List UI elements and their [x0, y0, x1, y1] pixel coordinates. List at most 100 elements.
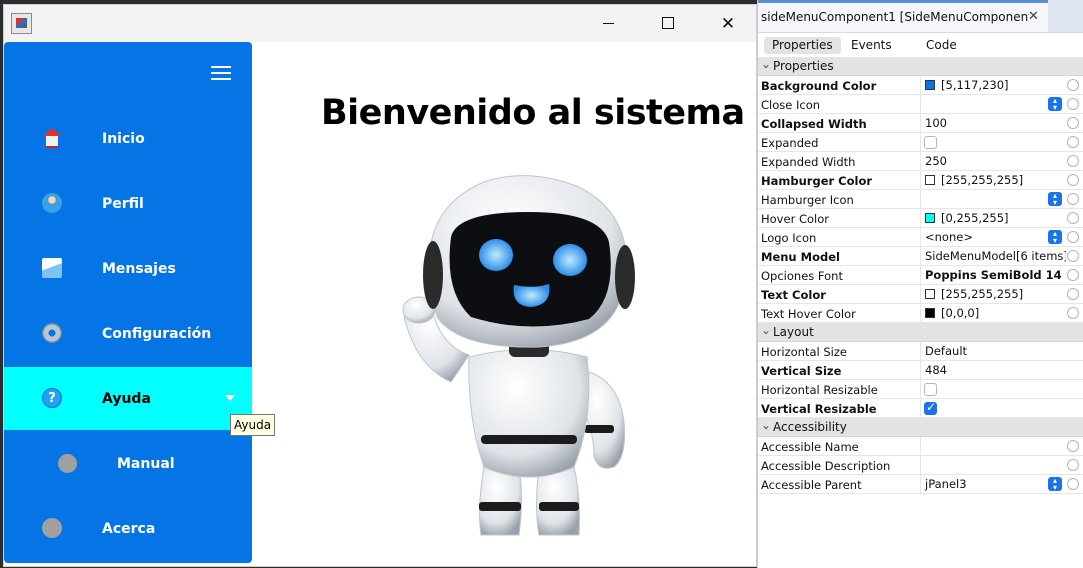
customize-ellipsis-button[interactable] [1067, 117, 1079, 129]
customize-ellipsis-button[interactable] [1067, 250, 1079, 262]
menu-item-label: Configuración [102, 325, 212, 342]
property-value[interactable] [920, 190, 1066, 209]
customize-ellipsis-button[interactable] [1067, 136, 1079, 148]
property-name: Background Color [761, 79, 877, 93]
customize-ellipsis-button[interactable] [1067, 307, 1079, 319]
property-value[interactable] [920, 437, 1066, 456]
tab-code[interactable]: Code [918, 37, 965, 54]
property-row[interactable]: Opciones Font Poppins SemiBold 14 Plc [758, 266, 1083, 285]
property-row[interactable]: Close Icon [758, 95, 1083, 114]
customize-ellipsis-button[interactable] [1067, 155, 1079, 167]
property-value[interactable]: [255,255,255] [920, 285, 1066, 304]
property-value[interactable] [920, 399, 1066, 418]
property-row[interactable]: Menu Model SideMenuModel[6 items] [758, 247, 1083, 266]
dropdown-arrows-icon[interactable] [1048, 192, 1062, 206]
menu-item-inicio[interactable]: Inicio [4, 107, 252, 170]
expand-caret-icon[interactable] [225, 395, 235, 401]
property-value[interactable] [920, 380, 1066, 399]
customize-ellipsis-button[interactable] [1067, 440, 1079, 452]
home-icon [42, 128, 62, 148]
customize-ellipsis-button[interactable] [1067, 288, 1079, 300]
tab-events[interactable]: Events [843, 37, 900, 54]
property-value-text: SideMenuModel[6 items] [925, 249, 1066, 263]
menu-item-configuracion[interactable]: Configuración [4, 302, 252, 365]
window-content: Inicio Perfil Mensajes Configuración ? A… [4, 42, 756, 566]
property-row[interactable]: Accessible Name [758, 437, 1083, 456]
property-value[interactable] [920, 133, 1066, 152]
customize-ellipsis-button[interactable] [1067, 98, 1079, 110]
property-value[interactable] [920, 456, 1066, 475]
close-tab-icon[interactable]: ✕ [1028, 9, 1039, 24]
property-value[interactable]: [5,117,230] [920, 76, 1066, 95]
dropdown-arrows-icon[interactable] [1048, 97, 1062, 111]
tab-properties[interactable]: Properties [764, 37, 841, 54]
property-value[interactable]: jPanel3 [920, 475, 1066, 494]
property-value[interactable]: [255,255,255] [920, 171, 1066, 190]
property-name: Expanded [761, 136, 819, 150]
property-name: Vertical Resizable [761, 402, 877, 416]
section-title: Accessibility [773, 420, 847, 434]
menu-item-label: Inicio [102, 130, 145, 147]
menu-item-mensajes[interactable]: Mensajes [4, 237, 252, 300]
maximize-button[interactable] [645, 5, 691, 41]
property-row[interactable]: Accessible Description [758, 456, 1083, 475]
minimize-button[interactable] [585, 5, 631, 41]
property-row[interactable]: Horizontal Size Default [758, 342, 1083, 361]
property-value[interactable] [920, 95, 1066, 114]
customize-ellipsis-button[interactable] [1067, 269, 1079, 281]
properties-subtabs: Properties Events Code [758, 34, 1083, 56]
property-value[interactable]: 100 [920, 114, 1066, 133]
customize-ellipsis-button[interactable] [1067, 231, 1079, 243]
property-row[interactable]: Expanded [758, 133, 1083, 152]
menu-item-ayuda[interactable]: ? Ayuda [4, 367, 252, 430]
dot-icon [42, 518, 62, 538]
property-row[interactable]: Accessible Parent jPanel3 [758, 475, 1083, 494]
property-row[interactable]: Vertical Size 484 [758, 361, 1083, 380]
dropdown-arrows-icon[interactable] [1048, 230, 1062, 244]
dropdown-arrows-icon[interactable] [1048, 477, 1062, 491]
property-row[interactable]: Collapsed Width 100 [758, 114, 1083, 133]
menu-item-label: Acerca [102, 520, 156, 537]
property-row[interactable]: Text Hover Color [0,0,0] [758, 304, 1083, 323]
customize-ellipsis-button[interactable] [1067, 212, 1079, 224]
submenu-item-manual[interactable]: Manual [4, 432, 252, 495]
property-value[interactable]: Default [920, 342, 1066, 361]
property-row[interactable]: Horizontal Resizable [758, 380, 1083, 399]
menu-item-perfil[interactable]: Perfil [4, 172, 252, 235]
customize-ellipsis-button[interactable] [1067, 459, 1079, 471]
section-header[interactable]: Accessibility [758, 418, 1083, 437]
property-row[interactable]: Background Color [5,117,230] [758, 76, 1083, 95]
property-row[interactable]: Text Color [255,255,255] [758, 285, 1083, 304]
property-name: Expanded Width [761, 155, 856, 169]
property-value[interactable]: [0,255,255] [920, 209, 1066, 228]
property-value[interactable]: 484 [920, 361, 1066, 380]
section-title: Properties [773, 59, 834, 73]
property-row[interactable]: Hover Color [0,255,255] [758, 209, 1083, 228]
property-row[interactable]: Hamburger Icon [758, 190, 1083, 209]
component-tab[interactable]: sideMenuComponent1 [SideMenuComponent] .… [758, 0, 1048, 33]
property-value[interactable]: [0,0,0] [920, 304, 1066, 323]
property-value[interactable]: 250 [920, 152, 1066, 171]
property-row[interactable]: Vertical Resizable [758, 399, 1083, 418]
property-row[interactable]: Logo Icon <none> [758, 228, 1083, 247]
color-swatch [925, 213, 935, 223]
hamburger-menu-icon[interactable] [211, 66, 233, 82]
property-value[interactable]: Poppins SemiBold 14 Plc [920, 266, 1066, 285]
property-name: Hamburger Color [761, 174, 873, 188]
customize-ellipsis-button[interactable] [1067, 478, 1079, 490]
customize-ellipsis-button[interactable] [1067, 174, 1079, 186]
menu-item-label: Mensajes [102, 260, 176, 277]
section-header[interactable]: Properties [758, 57, 1083, 76]
property-row[interactable]: Hamburger Color [255,255,255] [758, 171, 1083, 190]
customize-ellipsis-button[interactable] [1067, 193, 1079, 205]
section-header[interactable]: Layout [758, 323, 1083, 342]
close-window-button[interactable] [705, 5, 751, 41]
property-sheet: Properties Background Color [5,117,230] Clo… [758, 57, 1083, 494]
property-value[interactable]: <none> [920, 228, 1066, 247]
customize-ellipsis-button[interactable] [1067, 79, 1079, 91]
color-swatch [925, 289, 935, 299]
property-value[interactable]: SideMenuModel[6 items] [920, 247, 1066, 266]
section-title: Layout [773, 325, 814, 339]
property-row[interactable]: Expanded Width 250 [758, 152, 1083, 171]
menu-item-acerca[interactable]: Acerca [4, 497, 252, 560]
